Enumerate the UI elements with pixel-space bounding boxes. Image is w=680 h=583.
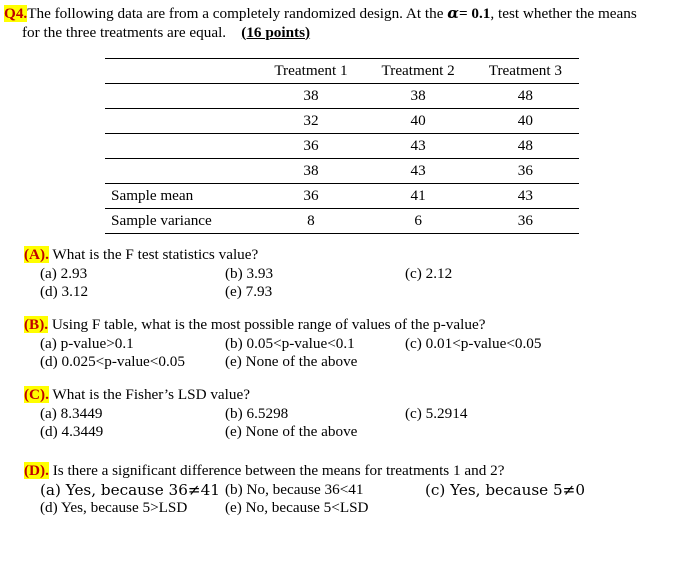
sub-question-b-prompt: (B). Using F table, what is the most pos… xyxy=(24,316,674,334)
sub-question-c-prompt: (C). What is the Fisher’s LSD value? xyxy=(24,386,674,404)
table-row-sample-mean: Sample mean 36 41 43 xyxy=(105,184,579,209)
cell-t3-sample-variance: 36 xyxy=(517,212,533,229)
sub-question-b-options-row-1: (a) p-value>0.1 (b) 0.05<p-value<0.1 (c)… xyxy=(24,335,674,353)
option-c-d[interactable]: (d) 4.3449 xyxy=(40,423,103,441)
cell-t1-sample-mean: 36 xyxy=(303,187,319,204)
question-text-line-2: for the three treatments are equal. xyxy=(22,23,227,41)
sub-question-d-label: (D). xyxy=(24,462,49,479)
option-b-d[interactable]: (d) 0.025<p-value<0.05 xyxy=(40,353,185,371)
column-header-treatment-1: Treatment 1 xyxy=(274,62,348,79)
option-d-c[interactable]: (c) Yes, because 5≠0 xyxy=(425,481,585,499)
option-a-b[interactable]: (b) 3.93 xyxy=(225,265,273,283)
cell-t2-r1: 38 xyxy=(410,87,426,104)
sub-question-a-text: What is the F test statistics value? xyxy=(52,246,259,263)
row-label-sample-variance: Sample variance xyxy=(111,212,212,229)
column-header-treatment-3: Treatment 3 xyxy=(488,62,562,79)
sub-question-c-options-row-2: (d) 4.3449 (e) None of the above xyxy=(24,423,674,441)
sub-question-d-options-row-2: (d) Yes, because 5>LSD (e) No, because 5… xyxy=(24,499,674,517)
cell-t1-sample-variance: 8 xyxy=(307,212,315,229)
sub-question-b-label: (B). xyxy=(24,316,49,333)
sub-question-d-text: Is there a significant difference betwee… xyxy=(52,462,505,479)
sub-question-c-options-row-1: (a) 8.3449 (b) 6.5298 (c) 5.2914 xyxy=(24,405,674,423)
question-text-part-1: The following data are from a completely… xyxy=(27,5,448,22)
sub-question-c-label: (C). xyxy=(24,386,49,403)
sub-question-a-options-row-2: (d) 3.12 (e) 7.93 xyxy=(24,283,674,301)
table-body: 38 38 48 32 40 40 36 43 48 38 43 36 Samp… xyxy=(105,84,579,234)
question-header-line-1: Q4.The following data are from a complet… xyxy=(4,4,674,24)
question-text-part-2: , test whether the means xyxy=(490,5,637,22)
option-b-e[interactable]: (e) None of the above xyxy=(225,353,357,371)
sub-question-d-options-row-1: (a) Yes, because 36≠41 (b) No, because 3… xyxy=(24,481,674,499)
table-row: 36 43 48 xyxy=(105,134,579,159)
alpha-symbol: α xyxy=(447,4,459,22)
table-header-row: Treatment 1 Treatment 2 Treatment 3 xyxy=(105,58,579,84)
cell-t2-r4: 43 xyxy=(410,162,426,179)
row-label-empty xyxy=(105,84,257,109)
option-a-a[interactable]: (a) 2.93 xyxy=(40,265,87,283)
option-b-c[interactable]: (c) 0.01<p-value<0.05 xyxy=(405,335,541,353)
option-c-e[interactable]: (e) None of the above xyxy=(225,423,357,441)
option-a-e[interactable]: (e) 7.93 xyxy=(225,283,272,301)
cell-t1-r3: 36 xyxy=(303,137,319,154)
option-b-a[interactable]: (a) p-value>0.1 xyxy=(40,335,134,353)
cell-t3-r3: 48 xyxy=(517,137,533,154)
option-c-c[interactable]: (c) 5.2914 xyxy=(405,405,467,423)
row-label-empty xyxy=(105,109,257,134)
table-row-sample-variance: Sample variance 8 6 36 xyxy=(105,209,579,234)
cell-t3-r2: 40 xyxy=(517,112,533,129)
sub-question-d: (D). Is there a significant difference b… xyxy=(24,462,674,517)
table-header: Treatment 1 Treatment 2 Treatment 3 xyxy=(105,58,579,84)
option-d-b[interactable]: (b) No, because 36<41 xyxy=(225,481,363,499)
sub-question-a: (A). What is the F test statistics value… xyxy=(24,246,674,301)
points-label: (16 points) xyxy=(241,23,311,41)
cell-t2-r2: 40 xyxy=(410,112,426,129)
cell-t2-sample-mean: 41 xyxy=(410,187,426,204)
option-c-b[interactable]: (b) 6.5298 xyxy=(225,405,288,423)
sub-question-b: (B). Using F table, what is the most pos… xyxy=(24,316,674,371)
option-d-e[interactable]: (e) No, because 5<LSD xyxy=(225,499,369,517)
option-b-b[interactable]: (b) 0.05<p-value<0.1 xyxy=(225,335,355,353)
sub-question-b-options-row-2: (d) 0.025<p-value<0.05 (e) None of the a… xyxy=(24,353,674,371)
option-a-d[interactable]: (d) 3.12 xyxy=(40,283,88,301)
cell-t1-r4: 38 xyxy=(303,162,319,179)
table-row: 38 43 36 xyxy=(105,159,579,184)
alpha-value: = 0.1 xyxy=(458,5,491,22)
sub-question-c-text: What is the Fisher’s LSD value? xyxy=(52,386,250,403)
row-label-sample-mean: Sample mean xyxy=(111,187,194,204)
row-label-empty xyxy=(105,159,257,184)
cell-t3-r1: 48 xyxy=(517,87,533,104)
sub-question-a-options-row-1: (a) 2.93 (b) 3.93 (c) 2.12 xyxy=(24,265,674,283)
cell-t1-r2: 32 xyxy=(303,112,319,129)
sub-question-c: (C). What is the Fisher’s LSD value? (a)… xyxy=(24,386,674,441)
question-header-line-2: for the three treatments are equal. (16 … xyxy=(4,24,674,43)
question-number-label: Q4. xyxy=(4,5,28,22)
column-header-treatment-2: Treatment 2 xyxy=(381,62,455,79)
option-d-d[interactable]: (d) Yes, because 5>LSD xyxy=(40,499,187,517)
table-row: 32 40 40 xyxy=(105,109,579,134)
table-corner-cell xyxy=(105,59,257,84)
treatment-data-table: Treatment 1 Treatment 2 Treatment 3 38 3… xyxy=(105,58,579,234)
option-a-c[interactable]: (c) 2.12 xyxy=(405,265,452,283)
cell-t2-sample-variance: 6 xyxy=(414,212,422,229)
option-d-a[interactable]: (a) Yes, because 36≠41 xyxy=(40,481,220,499)
sub-question-d-prompt: (D). Is there a significant difference b… xyxy=(24,462,674,480)
sub-question-a-label: (A). xyxy=(24,246,49,263)
sub-question-b-text: Using F table, what is the most possible… xyxy=(51,316,486,333)
sub-question-a-prompt: (A). What is the F test statistics value… xyxy=(24,246,674,264)
option-c-a[interactable]: (a) 8.3449 xyxy=(40,405,102,423)
cell-t1-r1: 38 xyxy=(303,87,319,104)
table-row: 38 38 48 xyxy=(105,84,579,109)
cell-t2-r3: 43 xyxy=(410,137,426,154)
cell-t3-sample-mean: 43 xyxy=(517,187,533,204)
cell-t3-r4: 36 xyxy=(517,162,533,179)
row-label-empty xyxy=(105,134,257,159)
question-header: Q4.The following data are from a complet… xyxy=(4,4,674,42)
